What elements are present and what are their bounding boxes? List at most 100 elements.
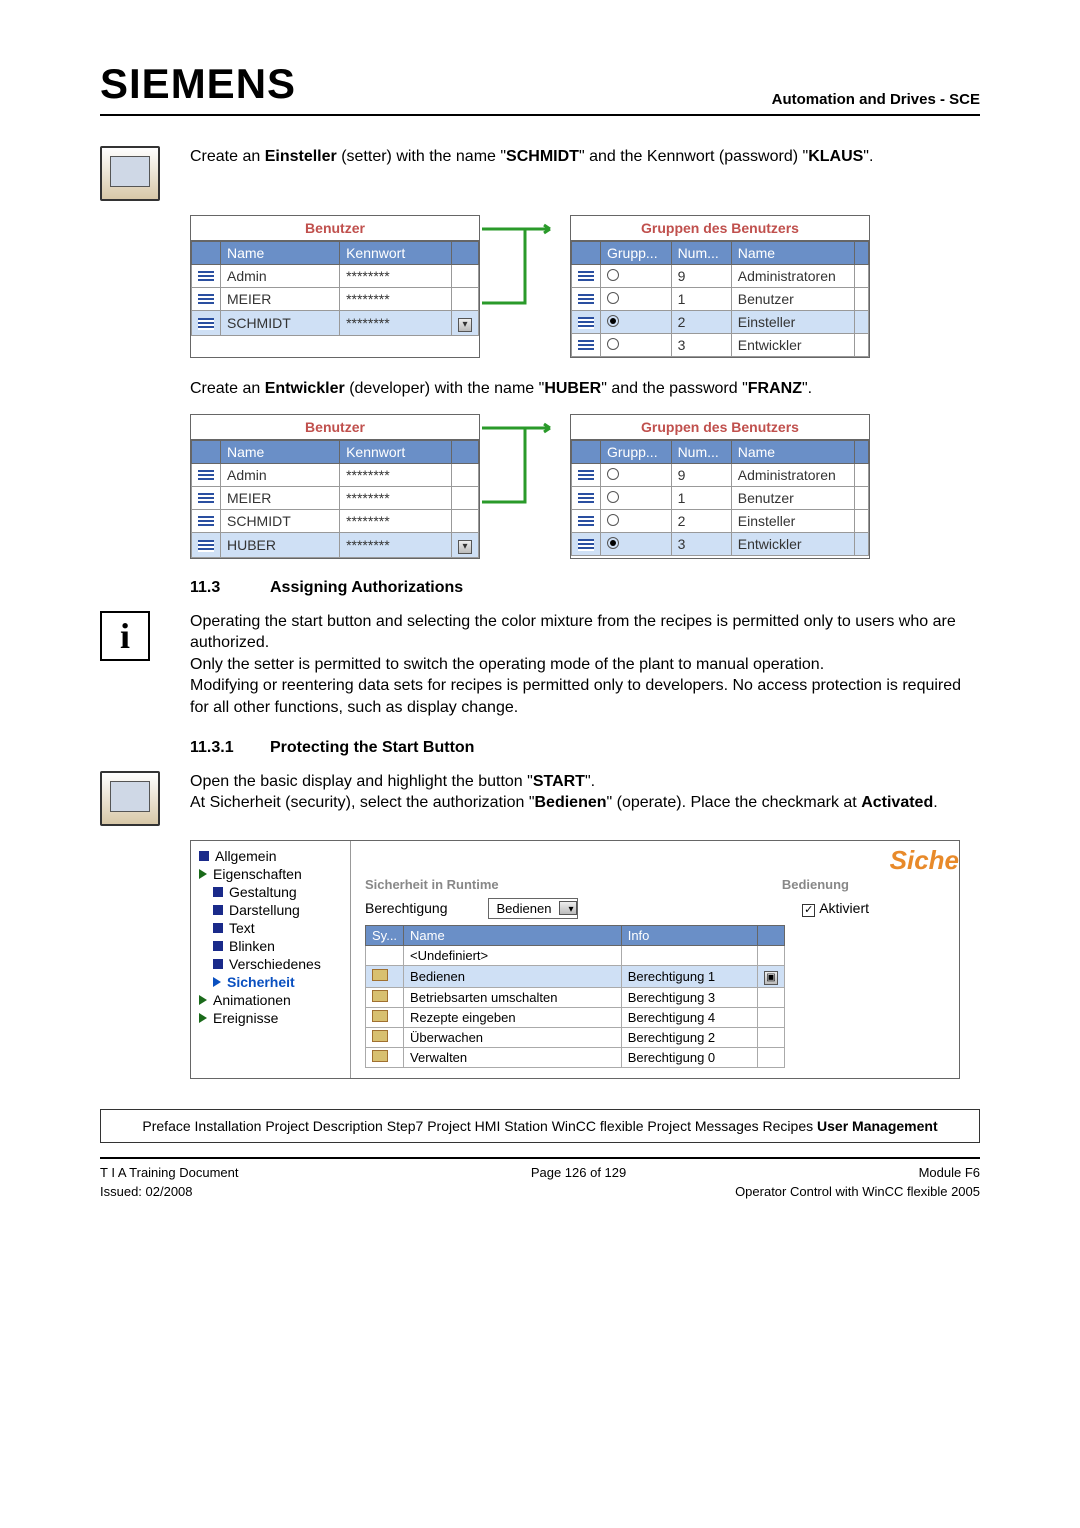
expand-icon[interactable] [213, 977, 221, 987]
bullet-icon [213, 941, 223, 951]
auth-row[interactable]: Bedienen Berechtigung 1 ▣ [366, 965, 785, 987]
auth-row[interactable]: Überwachen Berechtigung 2 [366, 1027, 785, 1047]
group-row[interactable]: 2Einsteller [572, 311, 869, 334]
tree-item[interactable]: Animationen [199, 991, 342, 1009]
user-groups-block-1: Benutzer NameKennwort Admin******** MEIE… [190, 215, 950, 358]
auth-row[interactable]: Verwalten Berechtigung 0 [366, 1047, 785, 1067]
expand-icon[interactable] [199, 869, 207, 879]
arrow-icon [480, 215, 570, 358]
user-icon [198, 470, 214, 482]
property-panel: AllgemeinEigenschaftenGestaltungDarstell… [190, 840, 960, 1079]
group-radio[interactable] [607, 269, 619, 281]
user-row[interactable]: MEIER******** [192, 486, 479, 509]
group-icon [578, 470, 594, 482]
group-radio[interactable] [607, 491, 619, 503]
group-row[interactable]: 3Entwickler [572, 532, 869, 555]
user-icon [198, 271, 214, 283]
tree-item[interactable]: Eigenschaften [199, 865, 342, 883]
group-row[interactable]: 3Entwickler [572, 334, 869, 357]
key-icon [372, 969, 388, 981]
group-icon [578, 516, 594, 528]
user-icon [198, 318, 214, 330]
auth-row[interactable]: Rezepte eingeben Berechtigung 4 [366, 1007, 785, 1027]
user-icon [198, 516, 214, 528]
group-radio[interactable] [607, 338, 619, 350]
tree-item[interactable]: Blinken [213, 937, 342, 955]
group-icon [578, 271, 594, 283]
breadcrumb: Preface Installation Project Description… [100, 1109, 980, 1143]
group-radio[interactable] [607, 292, 619, 304]
group-row[interactable]: 9Administratoren [572, 265, 869, 288]
footer-line-1: T I A Training Document Page 126 of 129 … [100, 1157, 980, 1180]
expand-icon[interactable] [199, 995, 207, 1005]
authorization-table[interactable]: Sy...NameInfo <Undefiniert> Bedienen Ber… [365, 925, 785, 1068]
panel-brand: Siche [890, 845, 959, 876]
tree-item[interactable]: Ereignisse [199, 1009, 342, 1027]
user-row[interactable]: SCHMIDT******** [192, 509, 479, 532]
chevron-down-icon[interactable]: ▾ [458, 540, 472, 554]
group-row[interactable]: 9Administratoren [572, 463, 869, 486]
group-bedienung-label: Bedienung [782, 877, 849, 892]
gruppen-title: Gruppen des Benutzers [571, 415, 869, 440]
bullet-icon [213, 923, 223, 933]
gruppen-title: Gruppen des Benutzers [571, 216, 869, 241]
auth-row[interactable]: Betriebsarten umschalten Berechtigung 3 [366, 987, 785, 1007]
user-icon [198, 294, 214, 306]
user-row[interactable]: Admin******** [192, 463, 479, 486]
group-runtime-label: Sicherheit in Runtime [365, 877, 499, 892]
bullet-icon [213, 887, 223, 897]
para-11-3-1: Open the basic display and highlight the… [190, 771, 980, 814]
user-row[interactable]: Admin******** [192, 265, 479, 288]
group-radio[interactable] [607, 315, 619, 327]
key-icon [372, 990, 388, 1002]
page-header: SIEMENS Automation and Drives - SCE [100, 60, 980, 116]
gruppen-table[interactable]: Grupp...Num...Name 9Administratoren 1Ben… [571, 440, 869, 556]
benutzer-table[interactable]: NameKennwort Admin******** MEIER********… [191, 440, 479, 558]
user-row[interactable]: MEIER******** [192, 288, 479, 311]
section-11-3-1: 11.3.1 Protecting the Start Button [190, 739, 980, 757]
arrow-icon [480, 414, 570, 559]
tree-item[interactable]: Text [213, 919, 342, 937]
tree-item[interactable]: Verschiedenes [213, 955, 342, 973]
user-icon [198, 540, 214, 552]
gruppen-table[interactable]: Grupp...Num...Name 9Administratoren 1Ben… [571, 241, 869, 357]
group-radio[interactable] [607, 537, 619, 549]
intro-text-2: Create an Entwickler (developer) with th… [190, 378, 980, 400]
auth-row[interactable]: <Undefiniert> [366, 945, 785, 965]
group-radio[interactable] [607, 514, 619, 526]
footer-line-2: Issued: 02/2008 Operator Control with Wi… [100, 1184, 980, 1199]
monitor-icon [100, 771, 160, 826]
group-icon [578, 493, 594, 505]
section-11-3: 11.3 Assigning Authorizations [190, 579, 980, 597]
group-radio[interactable] [607, 468, 619, 480]
berechtigung-combobox[interactable]: Bedienen ▾ [488, 898, 579, 919]
user-row[interactable]: HUBER******** ▾ [192, 532, 479, 557]
new-icon[interactable]: ▣ [764, 971, 778, 985]
bullet-icon [199, 851, 209, 861]
group-row[interactable]: 1Benutzer [572, 288, 869, 311]
user-icon [198, 493, 214, 505]
para-11-3: Operating the start button and selecting… [190, 611, 980, 719]
header-subtitle: Automation and Drives - SCE [772, 91, 980, 108]
benutzer-table[interactable]: NameKennwort Admin******** MEIER********… [191, 241, 479, 336]
tree-item[interactable]: Darstellung [213, 901, 342, 919]
property-tree[interactable]: AllgemeinEigenschaftenGestaltungDarstell… [191, 841, 351, 1078]
key-icon [372, 1010, 388, 1022]
tree-item[interactable]: Gestaltung [213, 883, 342, 901]
chevron-down-icon[interactable]: ▾ [458, 318, 472, 332]
group-icon [578, 340, 594, 352]
siemens-logo: SIEMENS [100, 60, 296, 108]
user-row[interactable]: SCHMIDT******** ▾ [192, 311, 479, 336]
monitor-icon [100, 146, 160, 201]
tree-item[interactable]: Sicherheit [213, 973, 342, 991]
aktiviert-checkbox[interactable]: ✓Aktiviert [802, 900, 869, 917]
group-icon [578, 294, 594, 306]
tree-item[interactable]: Allgemein [199, 847, 342, 865]
group-row[interactable]: 1Benutzer [572, 486, 869, 509]
intro-text-1: Create an Einsteller (setter) with the n… [190, 146, 980, 168]
group-row[interactable]: 2Einsteller [572, 509, 869, 532]
benutzer-title: Benutzer [191, 415, 479, 440]
info-icon: i [100, 611, 150, 661]
chevron-down-icon[interactable]: ▾ [559, 901, 577, 915]
expand-icon[interactable] [199, 1013, 207, 1023]
